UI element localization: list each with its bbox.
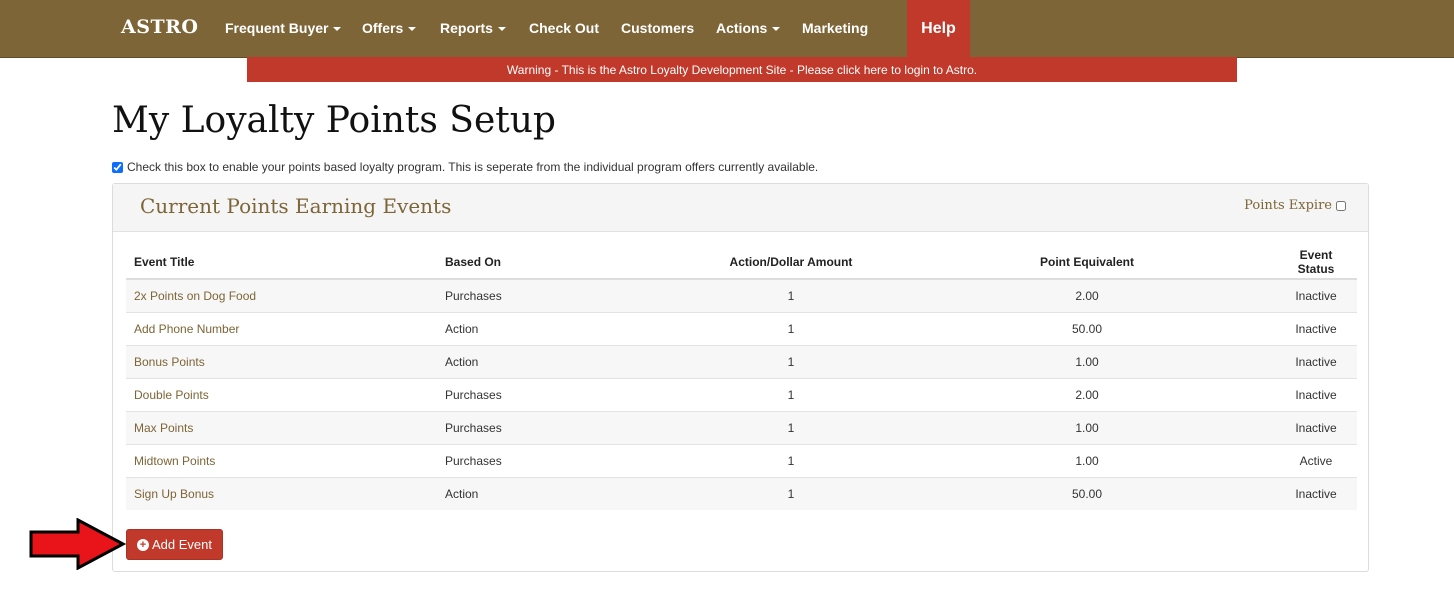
top-navbar: ASTRO Frequent Buyer Offers Reports Chec… bbox=[0, 0, 1454, 58]
events-table: Event Title Based On Action/Dollar Amoun… bbox=[126, 245, 1357, 510]
points-cell: 50.00 bbox=[899, 477, 1275, 510]
table-row: Add Phone Number Action 1 50.00 Inactive bbox=[126, 312, 1357, 346]
plus-circle-icon: + bbox=[137, 538, 149, 551]
col-event-status[interactable]: Event Status bbox=[1275, 245, 1357, 280]
status-cell: Active bbox=[1275, 444, 1357, 478]
brand-logo[interactable]: ASTRO bbox=[121, 16, 198, 38]
points-cell: 1.00 bbox=[899, 444, 1275, 478]
caret-down-icon bbox=[408, 27, 417, 32]
nav-label: Frequent Buyer bbox=[225, 20, 329, 36]
points-cell: 1.00 bbox=[899, 345, 1275, 379]
caret-down-icon bbox=[497, 27, 506, 32]
panel-title: Current Points Earning Events bbox=[140, 194, 452, 218]
event-title-link[interactable]: Max Points bbox=[126, 411, 437, 445]
event-title-link[interactable]: Midtown Points bbox=[126, 444, 437, 478]
panel-header: Current Points Earning Events Points Exp… bbox=[113, 184, 1368, 232]
status-cell: Inactive bbox=[1275, 312, 1357, 346]
nav-marketing[interactable]: Marketing bbox=[802, 20, 868, 36]
points-cell: 50.00 bbox=[899, 312, 1275, 346]
nav-customers[interactable]: Customers bbox=[621, 20, 694, 36]
amount-cell: 1 bbox=[683, 378, 899, 412]
status-cell: Inactive bbox=[1275, 477, 1357, 510]
points-cell: 1.00 bbox=[899, 411, 1275, 445]
page-title: My Loyalty Points Setup bbox=[112, 100, 556, 141]
col-point-equivalent[interactable]: Point Equivalent bbox=[899, 245, 1275, 280]
col-action-dollar-amount[interactable]: Action/Dollar Amount bbox=[683, 245, 899, 280]
points-cell: 2.00 bbox=[899, 378, 1275, 412]
table-row: Midtown Points Purchases 1 1.00 Active bbox=[126, 444, 1357, 478]
table-row: Sign Up Bonus Action 1 50.00 Inactive bbox=[126, 477, 1357, 510]
nav-label: Reports bbox=[440, 20, 493, 36]
table-row: 2x Points on Dog Food Purchases 1 2.00 I… bbox=[126, 278, 1357, 313]
status-cell: Inactive bbox=[1275, 411, 1357, 445]
nav-label: Offers bbox=[362, 20, 404, 36]
enable-program-row: Check this box to enable your points bas… bbox=[112, 160, 818, 174]
nav-check-out[interactable]: Check Out bbox=[529, 20, 599, 36]
table-row: Bonus Points Action 1 1.00 Inactive bbox=[126, 345, 1357, 379]
status-cell: Inactive bbox=[1275, 345, 1357, 379]
based-on-cell: Action bbox=[437, 345, 683, 379]
points-expire-label: Points Expire bbox=[1244, 198, 1332, 213]
based-on-cell: Action bbox=[437, 312, 683, 346]
amount-cell: 1 bbox=[683, 278, 899, 313]
add-event-label: Add Event bbox=[152, 537, 212, 552]
event-title-link[interactable]: Bonus Points bbox=[126, 345, 437, 379]
table-row: Max Points Purchases 1 1.00 Inactive bbox=[126, 411, 1357, 445]
points-events-panel: Current Points Earning Events Points Exp… bbox=[112, 183, 1369, 572]
amount-cell: 1 bbox=[683, 345, 899, 379]
status-cell: Inactive bbox=[1275, 278, 1357, 313]
red-arrow-icon bbox=[29, 518, 126, 570]
nav-label: Marketing bbox=[802, 20, 869, 36]
amount-cell: 1 bbox=[683, 477, 899, 510]
nav-reports[interactable]: Reports bbox=[440, 20, 506, 36]
based-on-cell: Purchases bbox=[437, 378, 683, 412]
nav-frequent-buyer[interactable]: Frequent Buyer bbox=[225, 20, 342, 36]
event-title-link[interactable]: Double Points bbox=[126, 378, 437, 412]
based-on-cell: Purchases bbox=[437, 444, 683, 478]
nav-offers[interactable]: Offers bbox=[362, 20, 417, 36]
caret-down-icon bbox=[772, 27, 781, 32]
based-on-cell: Purchases bbox=[437, 411, 683, 445]
nav-label: Customers bbox=[621, 20, 695, 36]
help-button[interactable]: Help bbox=[907, 0, 970, 57]
based-on-cell: Action bbox=[437, 477, 683, 510]
points-expire-checkbox[interactable] bbox=[1336, 200, 1346, 211]
table-row: Double Points Purchases 1 2.00 Inactive bbox=[126, 378, 1357, 412]
nav-actions[interactable]: Actions bbox=[716, 20, 781, 36]
add-event-button[interactable]: + Add Event bbox=[126, 529, 223, 560]
nav-label: Check Out bbox=[529, 20, 600, 36]
event-title-link[interactable]: 2x Points on Dog Food bbox=[126, 278, 437, 313]
event-title-link[interactable]: Add Phone Number bbox=[126, 312, 437, 346]
table-header-row: Event Title Based On Action/Dollar Amoun… bbox=[126, 245, 1357, 280]
nav-label: Actions bbox=[716, 20, 768, 36]
points-expire-control: Points Expire bbox=[1244, 198, 1346, 213]
amount-cell: 1 bbox=[683, 411, 899, 445]
amount-cell: 1 bbox=[683, 444, 899, 478]
dev-site-warning-banner[interactable]: Warning - This is the Astro Loyalty Deve… bbox=[247, 57, 1237, 82]
points-cell: 2.00 bbox=[899, 278, 1275, 313]
status-cell: Inactive bbox=[1275, 378, 1357, 412]
event-title-link[interactable]: Sign Up Bonus bbox=[126, 477, 437, 510]
enable-points-label: Check this box to enable your points bas… bbox=[127, 160, 819, 174]
based-on-cell: Purchases bbox=[437, 278, 683, 313]
col-event-title[interactable]: Event Title bbox=[126, 245, 437, 280]
enable-points-checkbox[interactable] bbox=[112, 161, 123, 173]
amount-cell: 1 bbox=[683, 312, 899, 346]
caret-down-icon bbox=[333, 27, 342, 32]
col-based-on[interactable]: Based On bbox=[437, 245, 683, 280]
